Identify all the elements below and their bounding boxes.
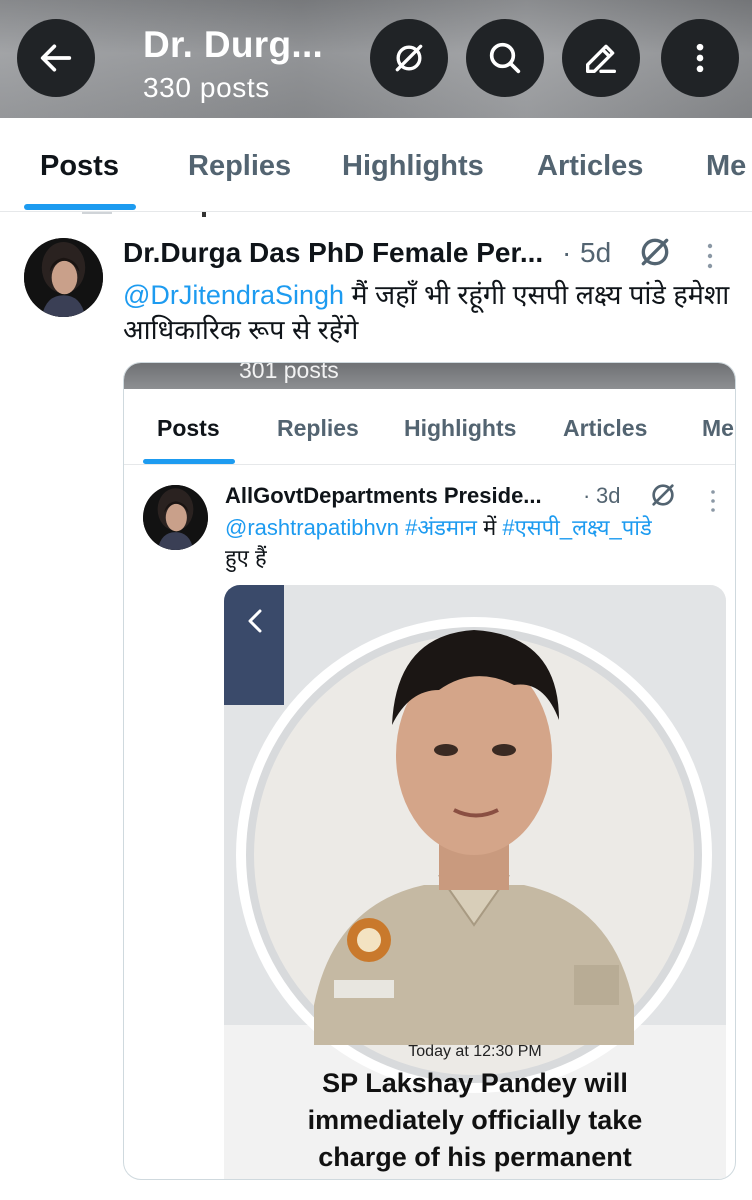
embedded-more-icon	[711, 490, 715, 512]
tab-replies[interactable]: Replies	[188, 150, 291, 183]
embedded-tab-media: Me	[702, 415, 734, 441]
more-vertical-icon	[696, 43, 704, 73]
tab-media[interactable]: Me	[706, 150, 746, 183]
grok-icon	[395, 44, 423, 72]
embedded-tab-replies: Replies	[277, 415, 359, 441]
active-tab-indicator	[24, 204, 136, 210]
embedded-header: 301 posts	[124, 362, 735, 389]
embedded-text-middle: में	[477, 515, 503, 540]
grok-icon	[652, 484, 674, 506]
chevron-left-icon	[248, 609, 262, 633]
news-headline: SP Lakshay Pandey will immediately offic…	[307, 1068, 643, 1172]
avatar-photo	[24, 238, 103, 317]
embedded-tab-indicator	[143, 459, 235, 464]
search-icon	[489, 42, 521, 74]
embedded-tab-articles: Articles	[563, 415, 648, 441]
news-image: Today at 12:30 PM SP Lakshay Pandey will…	[224, 585, 726, 1179]
author-avatar[interactable]	[24, 238, 103, 317]
embedded-post-text: @rashtrapatibhvn #अंडमान में #एसपी_लक्ष्…	[225, 513, 725, 573]
embedded-hashtag-sp: #एसपी_लक्ष्य_पांडे	[502, 515, 652, 540]
embedded-time-separator: ·	[583, 483, 591, 508]
post-time[interactable]: 5d	[580, 237, 611, 269]
embedded-tab-highlights: Highlights	[404, 415, 517, 441]
previous-post-edge	[82, 212, 206, 217]
post-text: @DrJitendraSingh मैं जहाँ भी रहूंगी एसपी…	[123, 278, 733, 348]
grok-button[interactable]	[370, 19, 448, 97]
edit-button[interactable]	[562, 19, 640, 97]
news-timestamp: Today at 12:30 PM	[408, 1043, 542, 1060]
edit-icon	[586, 44, 616, 74]
more-options-button[interactable]	[661, 19, 739, 97]
back-button[interactable]	[17, 19, 95, 97]
embedded-tabs: Posts Replies Highlights Articles Me	[124, 389, 735, 465]
embedded-hashtag-andaman: #अंडमान	[405, 515, 477, 540]
embedded-text-tail: हुए हैं	[225, 545, 267, 570]
embedded-author-name: AllGovtDepartments Preside...	[225, 483, 542, 508]
tab-articles[interactable]: Articles	[537, 150, 643, 183]
embedded-mention: @rashtrapatibhvn	[225, 515, 399, 540]
attached-image[interactable]: 301 posts Posts Replies Highlights Artic…	[123, 362, 736, 1180]
profile-name: Dr. Durg...	[143, 24, 324, 65]
mention-link[interactable]: @DrJitendraSingh	[123, 280, 344, 310]
embedded-post-time: 3d	[596, 483, 621, 508]
grok-icon[interactable]	[635, 232, 675, 272]
post-more-icon[interactable]	[700, 238, 720, 274]
embedded-tab-posts: Posts	[157, 415, 220, 441]
post-author-name[interactable]: Dr.Durga Das PhD Female Per...	[123, 237, 543, 269]
post-count: 330 posts	[143, 72, 270, 103]
back-arrow-icon	[40, 44, 72, 72]
tab-highlights[interactable]: Highlights	[342, 150, 484, 183]
avatar-photo	[143, 485, 208, 550]
embedded-post-count: 301 posts	[239, 362, 339, 383]
profile-tabs: Posts Replies Highlights Articles Me	[0, 118, 752, 212]
profile-header: Dr. Durg... 330 posts	[0, 0, 752, 118]
tab-posts[interactable]: Posts	[40, 150, 119, 183]
embedded-author-avatar	[143, 485, 208, 550]
time-separator: ·	[562, 237, 572, 268]
search-button[interactable]	[466, 19, 544, 97]
